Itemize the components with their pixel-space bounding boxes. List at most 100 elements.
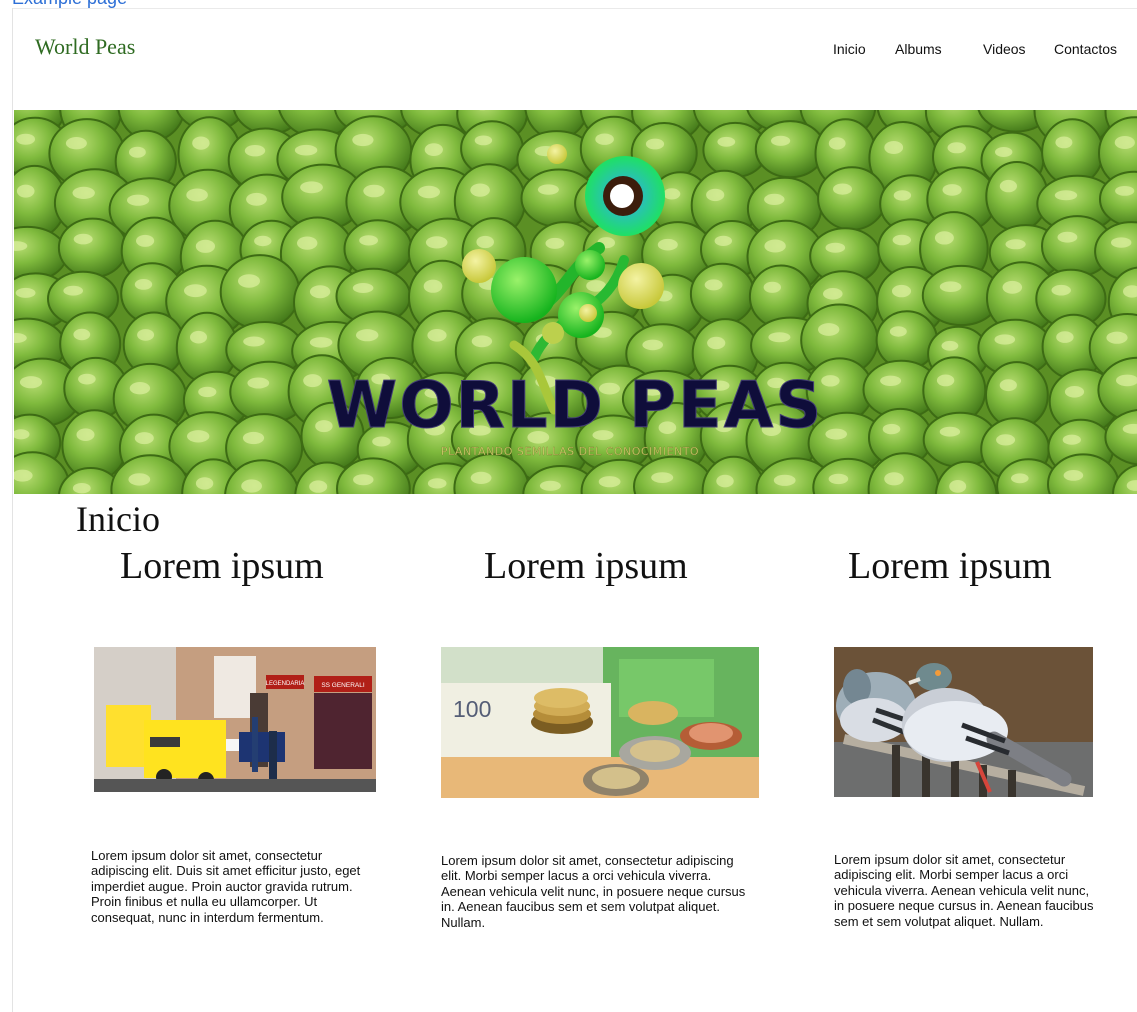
pea-highlight [73, 328, 91, 341]
pea-highlight [704, 279, 723, 291]
pea-highlight [19, 376, 43, 389]
pea-highlight [706, 188, 725, 202]
nav-link-videos[interactable]: Videos [983, 41, 1026, 57]
pea-highlight [190, 330, 207, 344]
pea-highlight [198, 386, 217, 398]
pea-highlight [186, 188, 208, 202]
pea-highlight [598, 476, 621, 488]
pea-highlight [941, 340, 959, 351]
pea-highlight [128, 473, 151, 486]
pea-highlight [247, 377, 270, 389]
pea-highlight [763, 281, 781, 293]
pea-highlight [134, 432, 154, 445]
pea-highlight [427, 478, 447, 489]
pea-highlight [309, 337, 333, 348]
pea-highlight [996, 434, 1016, 446]
pea-highlight [645, 138, 665, 150]
pea-highlight [714, 235, 732, 246]
pea-highlight [423, 279, 443, 293]
pea-highlight [129, 382, 151, 395]
pea-highlight [73, 233, 93, 245]
pea-highlight [309, 285, 331, 299]
pea-highlight [892, 234, 911, 246]
pea-highlight [363, 184, 385, 198]
pea-highlight [76, 428, 95, 442]
pea-highlight [16, 133, 35, 145]
pea-highlight [359, 235, 378, 246]
pea-highlight [1005, 239, 1026, 250]
pea-highlight [134, 279, 153, 290]
pea-highlight [1062, 434, 1081, 445]
pea-highlight [303, 374, 322, 388]
pea-highlight [243, 336, 265, 347]
pea-shape [57, 217, 128, 279]
nav-link-albums[interactable]: Albums [895, 41, 942, 57]
cropped-title-text: Example page [12, 0, 127, 8]
pea-highlight [195, 239, 215, 253]
svg-text:100: 100 [453, 696, 491, 722]
pea-highlight [78, 373, 96, 385]
pea-highlight [352, 133, 374, 147]
pea-highlight [417, 185, 440, 199]
pea-highlight [192, 136, 210, 150]
pea-highlight [995, 147, 1013, 157]
money-coins-image: 100 [441, 647, 759, 798]
pea-highlight [999, 179, 1018, 193]
pea-highlight [242, 431, 265, 445]
pea-highlight [828, 473, 849, 485]
pea-highlight [476, 235, 495, 249]
pea-highlight [1064, 386, 1085, 398]
pea-highlight [356, 329, 379, 342]
pea-highlight [470, 471, 492, 484]
pea-highlight [1111, 237, 1132, 248]
pea-highlight [1057, 231, 1078, 243]
pea-highlight [184, 284, 207, 298]
pea-highlight [72, 483, 91, 494]
pea-highlight [889, 326, 907, 337]
pea-highlight [254, 235, 272, 247]
pea-highlight [545, 237, 565, 249]
nav-link-inicio[interactable]: Inicio [833, 41, 866, 57]
pea-highlight [427, 329, 447, 342]
pea-highlight [187, 430, 210, 443]
section-title-inicio: Inicio [76, 499, 160, 539]
pea-highlight [353, 474, 374, 486]
pea-highlight [1106, 331, 1128, 344]
pea-highlight [939, 426, 961, 437]
pea-highlight [537, 184, 559, 195]
pea-highlight [657, 238, 678, 251]
svg-text:LEGENDARIA: LEGENDARIA [266, 681, 305, 687]
pea-highlight [137, 329, 155, 341]
frame-top-border [12, 8, 1137, 9]
pea-highlight [1055, 136, 1073, 149]
card-text-1: Lorem ipsum dolor sit amet, consectetur … [91, 848, 361, 925]
card-heading-3: Lorem ipsum [848, 545, 1052, 587]
card-heading-2: Lorem ipsum [484, 545, 688, 587]
pea-highlight [72, 186, 95, 199]
street-scene-image: LEGENDARIA SS GENERALI [94, 647, 376, 792]
pea-highlight [246, 192, 267, 206]
card-text-3: Lorem ipsum dolor sit amet, consectetur … [834, 852, 1094, 929]
pea-highlight [129, 146, 146, 158]
pea-highlight [471, 335, 493, 348]
pea-highlight [764, 193, 785, 205]
pea-highlight [63, 285, 83, 296]
pea-highlight [1011, 473, 1029, 484]
pea-highlight [825, 428, 847, 440]
pea-highlight [949, 480, 967, 493]
pea-highlight [1002, 280, 1023, 294]
pea-highlight [768, 332, 791, 343]
pea-highlight [1054, 190, 1078, 201]
frame-left-border [12, 8, 13, 1012]
pea-highlight [424, 143, 443, 156]
pea-highlight [663, 188, 681, 200]
pea-highlight [825, 242, 846, 253]
pea-highlight [244, 145, 266, 157]
pea-highlight [717, 136, 736, 147]
main-navigation: Inicio Albums Videos Contactos [0, 41, 1137, 61]
pigeons-image [834, 647, 1093, 797]
pea-highlight [470, 183, 490, 197]
svg-text:PLANTANDO SEMILLAS DEL CONOCIM: PLANTANDO SEMILLAS DEL CONOCIMIENTO [441, 445, 699, 458]
nav-link-contactos[interactable]: Contactos [1054, 41, 1117, 57]
pea-highlight [773, 474, 796, 486]
